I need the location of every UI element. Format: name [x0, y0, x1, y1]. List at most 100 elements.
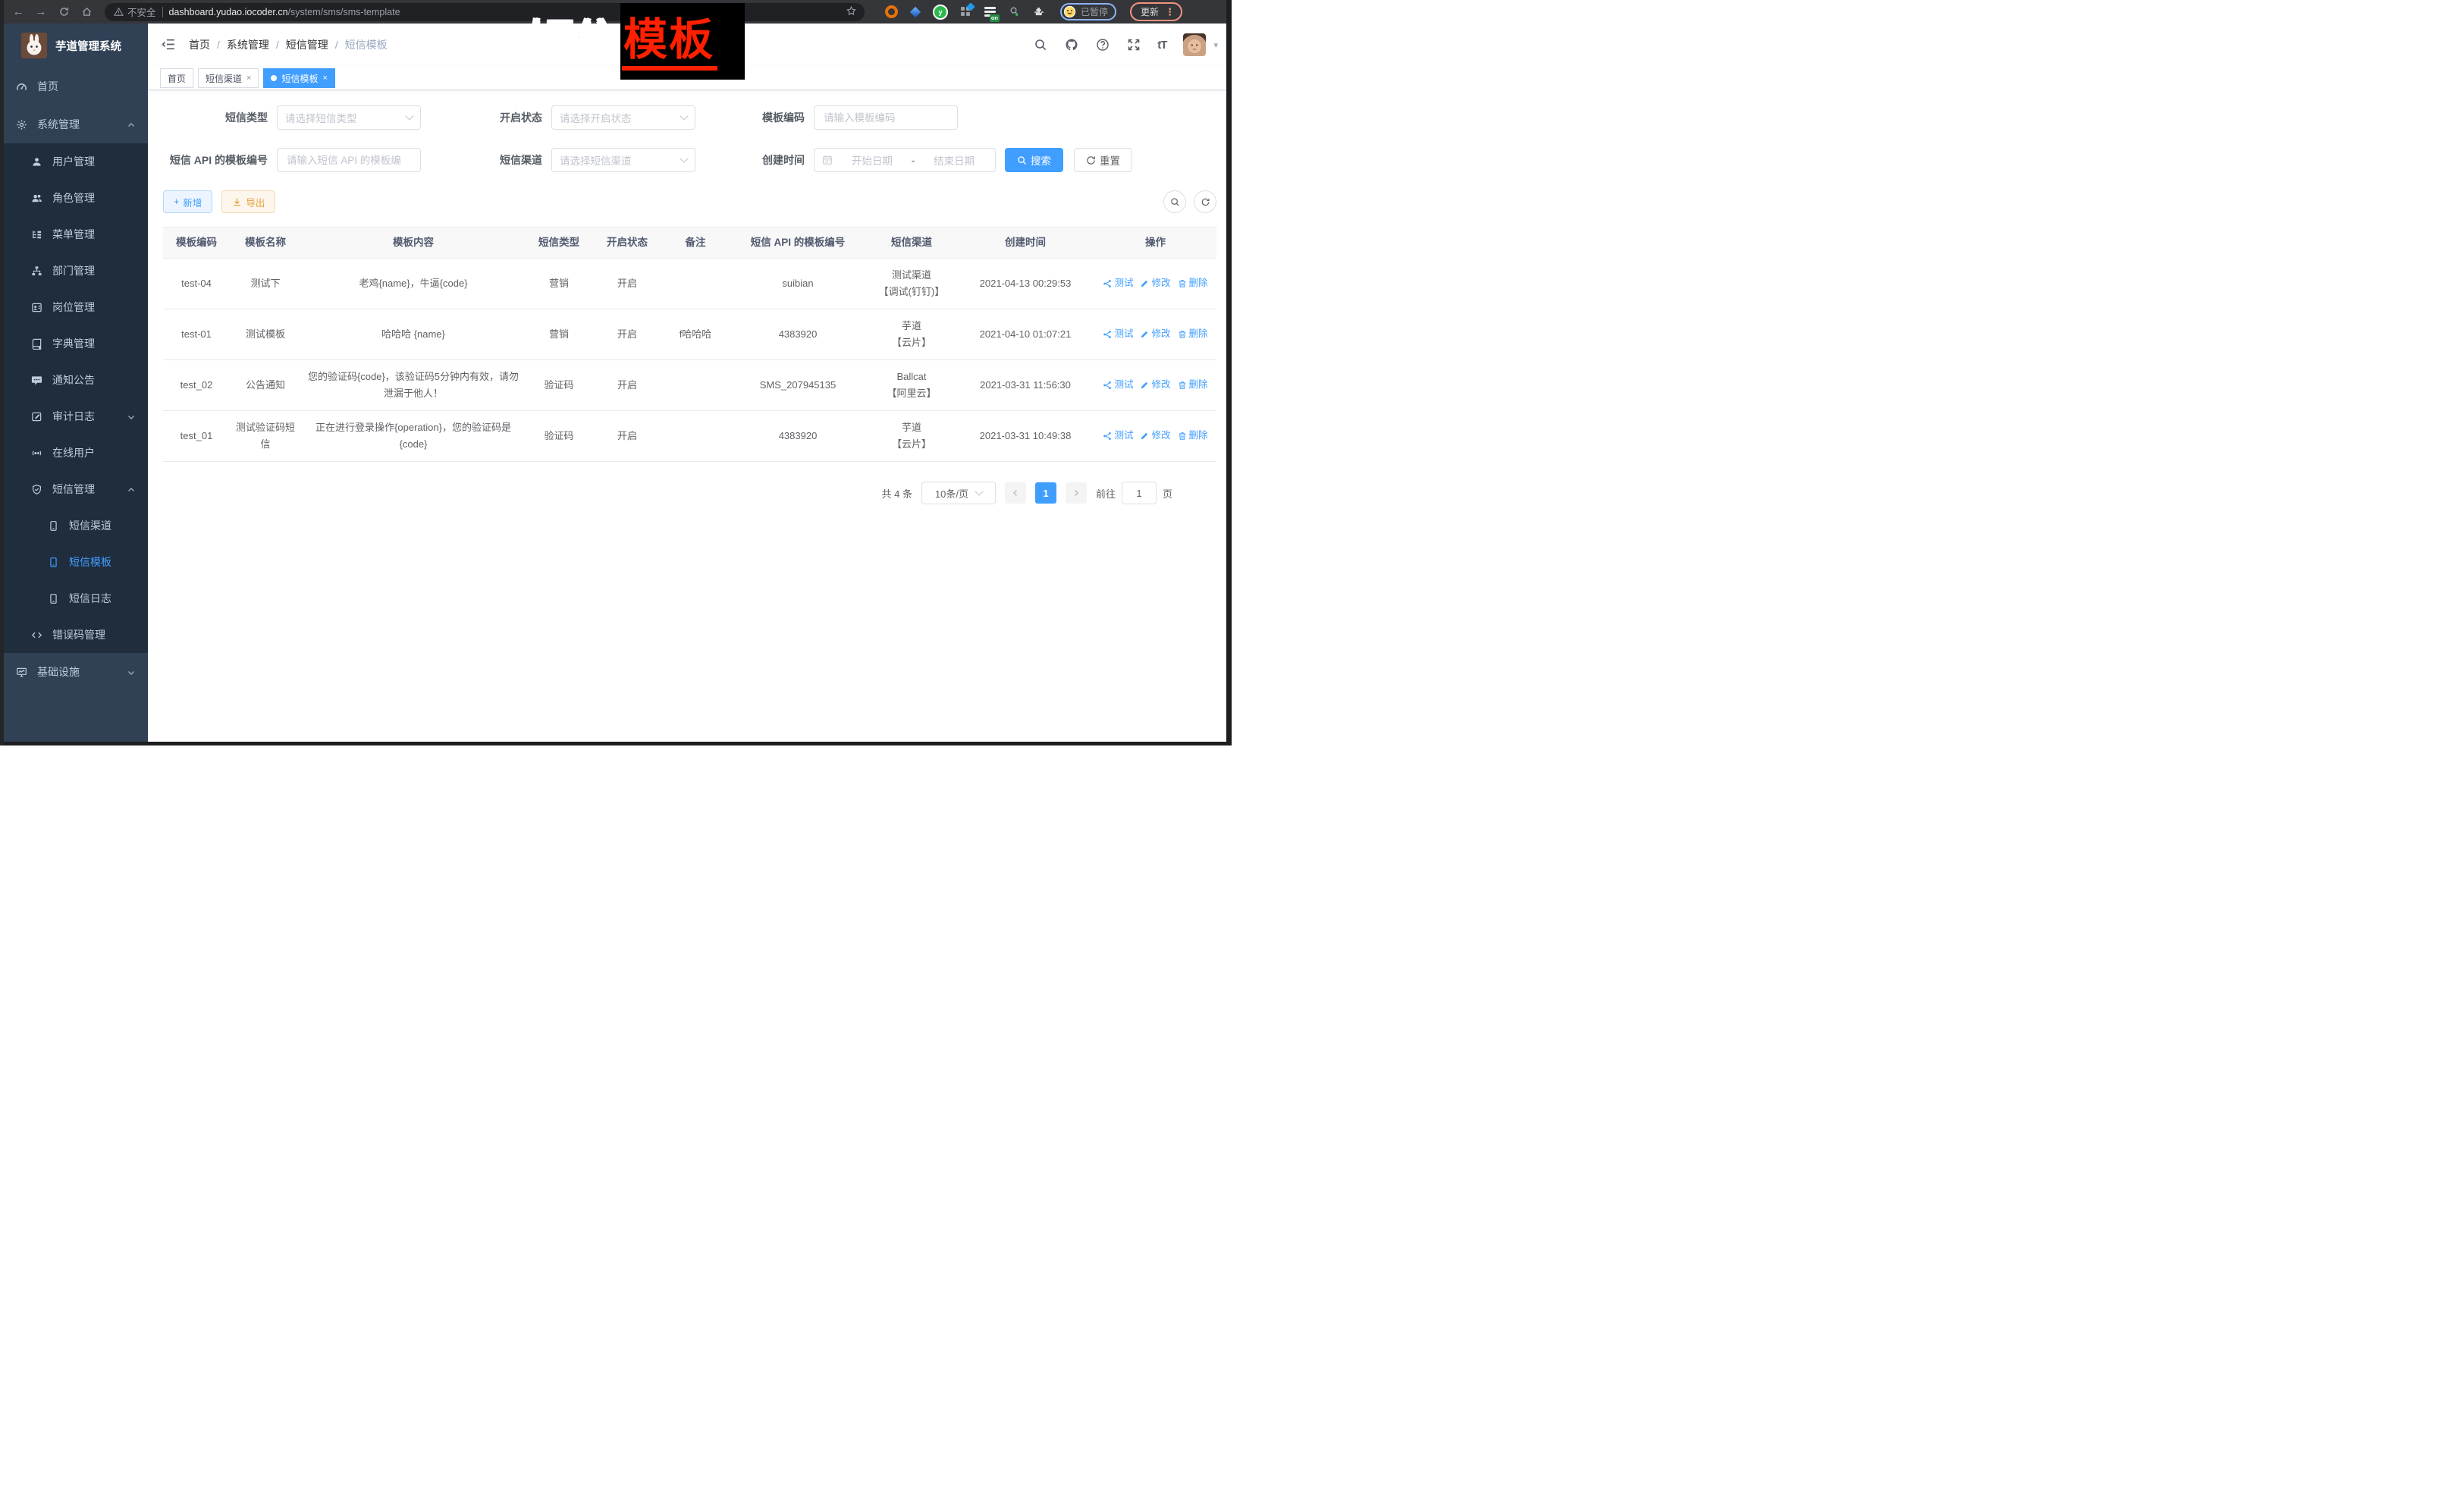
app-logo-row[interactable]: 芋道管理系统	[0, 24, 148, 67]
browser-reload-icon[interactable]	[56, 5, 71, 20]
sidebar-item-label: 基础设施	[37, 664, 80, 680]
tag-home[interactable]: 首页	[160, 68, 193, 88]
browser-home-icon[interactable]	[79, 5, 94, 20]
test-link[interactable]: 测试	[1103, 377, 1133, 393]
show-search-button[interactable]	[1163, 190, 1186, 213]
browser-update-button[interactable]: 更新 ⋮	[1130, 2, 1182, 21]
bookmark-star-icon[interactable]	[846, 5, 857, 19]
github-icon[interactable]	[1064, 38, 1078, 52]
active-dot	[271, 75, 277, 81]
edit-link[interactable]: 修改	[1140, 377, 1170, 393]
magnifier-extension-icon[interactable]	[1007, 5, 1021, 19]
sidebar-item-notice[interactable]: 通知公告	[0, 362, 148, 398]
chevron-down-icon	[127, 667, 136, 676]
profile-chip[interactable]: 已暂停	[1060, 3, 1116, 20]
browser-forward-icon[interactable]: →	[33, 5, 49, 20]
address-bar[interactable]: 不安全 dashboard.yudao.iocoder.cn/system/sm…	[105, 3, 865, 21]
test-link[interactable]: 测试	[1103, 428, 1133, 444]
url-host: dashboard.yudao.iocoder.cn	[169, 7, 288, 17]
sidebar-item-sms-channel[interactable]: 短信渠道	[0, 507, 148, 544]
status-select[interactable]: 请选择开启状态	[551, 105, 695, 130]
test-link[interactable]: 测试	[1103, 326, 1133, 342]
filter-row-1: 短信类型 请选择短信类型 开启状态 请选择开启状态 模板编码	[163, 105, 1216, 130]
font-size-icon[interactable]: tT	[1157, 39, 1166, 52]
delete-link[interactable]: 删除	[1178, 326, 1208, 342]
sidebar-item-sms-log[interactable]: 短信日志	[0, 580, 148, 617]
sidebar-item-system-management[interactable]: 系统管理	[0, 105, 148, 143]
grid-extension-icon[interactable]	[959, 5, 972, 19]
edit-link[interactable]: 修改	[1140, 428, 1170, 444]
sidebar-item-sms-template[interactable]: 短信模板	[0, 544, 148, 580]
help-icon[interactable]	[1095, 38, 1110, 52]
y-extension-icon[interactable]: y	[933, 5, 948, 20]
sidebar-item-online-users[interactable]: 在线用户	[0, 435, 148, 471]
sidebar-item-errorcode-management[interactable]: 错误码管理	[0, 617, 148, 653]
browser-menu-icon[interactable]: ⋮	[1165, 6, 1175, 18]
sidebar-item-audit-log[interactable]: 审计日志	[0, 398, 148, 435]
orange-ring-extension-icon[interactable]	[884, 5, 898, 19]
reset-button[interactable]: 重置	[1074, 148, 1132, 172]
page-number-1[interactable]: 1	[1035, 482, 1056, 504]
search-icon[interactable]	[1033, 38, 1047, 52]
breadcrumb-item-home[interactable]: 首页	[189, 37, 210, 52]
tag-sms-template[interactable]: 短信模板 ×	[263, 68, 334, 88]
blue-diamond-extension-icon[interactable]	[909, 5, 922, 19]
not-secure-warning[interactable]: 不安全	[114, 5, 156, 19]
sidebar-item-label: 岗位管理	[52, 300, 95, 315]
cell-actions: 测试 修改 删除	[1094, 411, 1216, 461]
sidebar-collapse-icon[interactable]	[162, 37, 177, 52]
sidebar-item-home[interactable]: 首页	[0, 67, 148, 105]
monitor-chart-icon	[15, 666, 27, 678]
channel-select[interactable]: 请选择短信渠道	[551, 148, 695, 172]
prev-page-button[interactable]	[1005, 482, 1026, 504]
sidebar-item-user-management[interactable]: 用户管理	[0, 143, 148, 180]
browser-back-icon[interactable]: ←	[11, 5, 26, 20]
sidebar-item-role-management[interactable]: 角色管理	[0, 180, 148, 216]
date-range-picker[interactable]: 开始日期 - 结束日期	[814, 148, 996, 172]
api-template-id-input[interactable]	[285, 154, 413, 167]
tag-close-icon[interactable]: ×	[246, 74, 251, 83]
breadcrumb-item-sms[interactable]: 短信管理	[286, 37, 328, 52]
page-size-select[interactable]: 10条/页	[921, 482, 996, 504]
plus-icon: +	[174, 196, 179, 207]
list-extension-icon[interactable]: on	[983, 5, 997, 19]
edit-link[interactable]: 修改	[1140, 275, 1170, 291]
search-button[interactable]: 搜索	[1005, 148, 1063, 172]
delete-link[interactable]: 删除	[1178, 275, 1208, 291]
code-icon	[30, 629, 42, 641]
avatar-caret-icon[interactable]: ▾	[1213, 40, 1218, 50]
start-date-placeholder[interactable]: 开始日期	[839, 152, 906, 168]
chevron-down-icon	[975, 487, 983, 495]
edit-link[interactable]: 修改	[1140, 326, 1170, 342]
message-bubble-icon	[30, 374, 42, 386]
breadcrumb-separator: /	[335, 39, 338, 51]
col-header: 开启状态	[592, 228, 662, 258]
sidebar-item-infrastructure[interactable]: 基础设施	[0, 653, 148, 691]
end-date-placeholder[interactable]: 结束日期	[921, 152, 987, 168]
tag-close-icon[interactable]: ×	[322, 74, 327, 83]
sidebar-item-label: 菜单管理	[52, 227, 95, 242]
on-badge: on	[990, 14, 1000, 22]
sidebar-item-dict-management[interactable]: 字典管理	[0, 325, 148, 362]
app-header: 首页 / 系统管理 / 短信管理 / 短信模板 tT ▾	[148, 24, 1232, 67]
refresh-table-button[interactable]	[1194, 190, 1216, 213]
sidebar-item-sms-management[interactable]: 短信管理	[0, 471, 148, 507]
goto-page-input[interactable]	[1122, 482, 1157, 504]
tag-sms-channel[interactable]: 短信渠道 ×	[198, 68, 259, 88]
delete-link[interactable]: 删除	[1178, 428, 1208, 444]
test-link[interactable]: 测试	[1103, 275, 1133, 291]
template-code-input[interactable]	[822, 111, 950, 124]
sidebar-item-dept-management[interactable]: 部门管理	[0, 253, 148, 289]
breadcrumb-item-system[interactable]: 系统管理	[227, 37, 269, 52]
filter-label: 短信 API 的模板编号	[163, 152, 277, 168]
export-button[interactable]: 导出	[221, 190, 275, 213]
extensions-puzzle-icon[interactable]	[1031, 5, 1045, 19]
next-page-button[interactable]	[1066, 482, 1087, 504]
sidebar-item-menu-management[interactable]: 菜单管理	[0, 216, 148, 253]
delete-link[interactable]: 删除	[1178, 377, 1208, 393]
sms-type-select[interactable]: 请选择短信类型	[277, 105, 421, 130]
user-avatar[interactable]	[1183, 33, 1206, 56]
add-button[interactable]: + 新增	[163, 190, 212, 213]
sidebar-item-post-management[interactable]: 岗位管理	[0, 289, 148, 325]
fullscreen-icon[interactable]	[1126, 38, 1141, 52]
